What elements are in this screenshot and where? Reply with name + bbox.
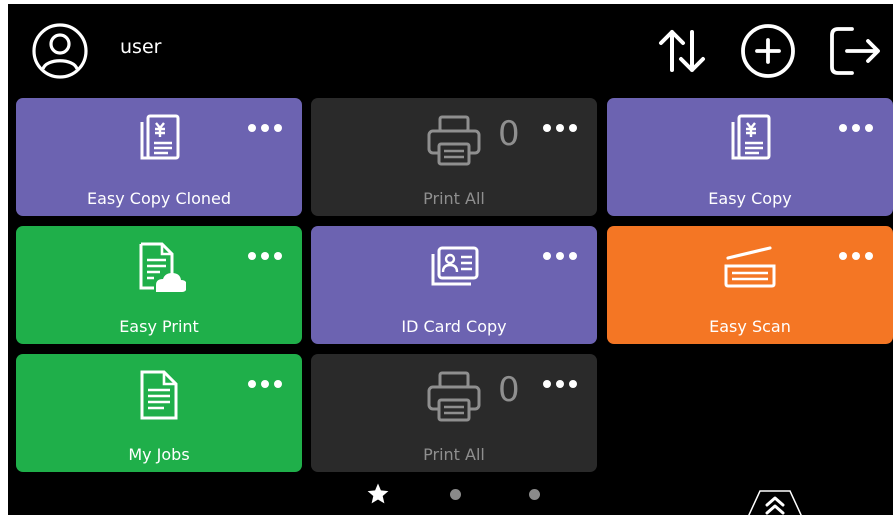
- more-options-button[interactable]: [839, 122, 873, 134]
- logout-icon: [830, 27, 880, 75]
- more-options-button[interactable]: [543, 122, 577, 134]
- sort-button[interactable]: [653, 22, 711, 80]
- more-options-button[interactable]: [543, 250, 577, 262]
- printer-icon: [427, 371, 481, 422]
- tile-label: Easy Copy: [708, 189, 792, 208]
- more-options-button[interactable]: [839, 250, 873, 262]
- tile-easy-copy-cloned[interactable]: Easy Copy Cloned: [16, 98, 302, 216]
- printer-icon: [427, 115, 481, 166]
- page-dot-3[interactable]: [529, 489, 540, 500]
- scanner-icon: [724, 246, 776, 288]
- tile-label: Print All: [423, 189, 485, 208]
- tile-easy-copy[interactable]: Easy Copy: [607, 98, 893, 216]
- tile-print-all[interactable]: 0 Print All: [311, 98, 597, 216]
- tile-my-jobs[interactable]: My Jobs: [16, 354, 302, 472]
- more-options-button[interactable]: [248, 250, 282, 262]
- id-card-icon: [431, 246, 479, 286]
- tile-label: Easy Copy Cloned: [86, 189, 232, 208]
- page-dot-2[interactable]: [450, 489, 461, 500]
- user-avatar-icon[interactable]: [31, 22, 89, 80]
- tile-label: ID Card Copy: [401, 317, 507, 336]
- tile-easy-print[interactable]: Easy Print: [16, 226, 302, 344]
- cloud-document-icon: [139, 242, 186, 292]
- copy-documents-icon: [140, 114, 180, 160]
- tile-label: Print All: [423, 445, 485, 464]
- more-options-button[interactable]: [543, 378, 577, 390]
- add-button[interactable]: [739, 22, 797, 80]
- star-icon[interactable]: [366, 482, 390, 506]
- tile-label: Easy Scan: [709, 317, 791, 336]
- document-icon: [140, 370, 178, 420]
- home-screen: user Easy Copy Cloned 0 Print All Easy C…: [8, 4, 893, 515]
- tile-print-all-2[interactable]: 0 Print All: [311, 354, 597, 472]
- job-count: 0: [498, 370, 520, 410]
- more-options-button[interactable]: [248, 378, 282, 390]
- tile-label: Easy Print: [119, 317, 199, 336]
- tile-easy-scan[interactable]: Easy Scan: [607, 226, 893, 344]
- logout-button[interactable]: [825, 22, 883, 80]
- more-options-button[interactable]: [248, 122, 282, 134]
- user-name: user: [120, 36, 162, 58]
- sort-icon: [659, 30, 705, 72]
- job-count: 0: [498, 114, 520, 154]
- expand-drawer-button[interactable]: [746, 487, 804, 515]
- copy-documents-icon: [731, 114, 771, 160]
- tile-id-card-copy[interactable]: ID Card Copy: [311, 226, 597, 344]
- tile-label: My Jobs: [128, 445, 190, 464]
- add-icon: [741, 24, 795, 78]
